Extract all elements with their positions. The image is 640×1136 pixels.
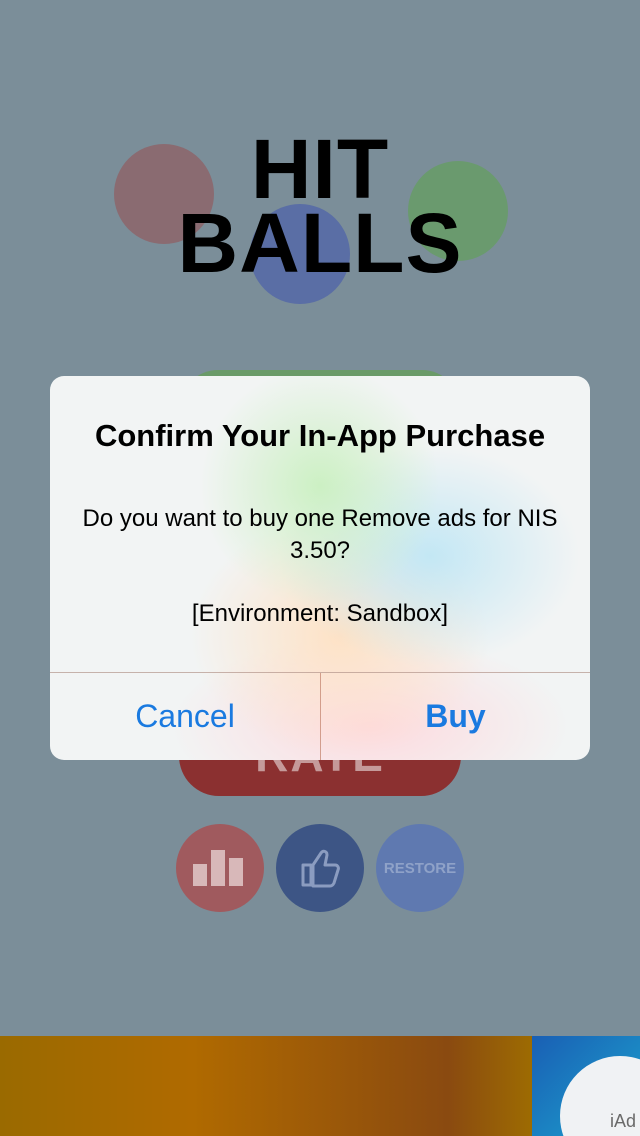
leaderboard-button[interactable] <box>176 824 264 912</box>
iad-badge: iAd <box>609 1111 636 1131</box>
dialog-message: Do you want to buy one Remove ads for NI… <box>82 505 558 564</box>
logo-line-1: HIT <box>250 122 390 216</box>
dialog-environment: [Environment: Sandbox] <box>191 600 449 627</box>
dialog-title: Confirm Your In-App Purchase <box>94 418 546 453</box>
game-logo: HIT BALLS <box>140 122 500 290</box>
bar-chart-icon <box>193 850 243 886</box>
thumbs-up-icon <box>301 849 340 888</box>
restore-label: RESTORE <box>383 859 457 877</box>
logo-line-2: BALLS <box>177 196 463 290</box>
like-button[interactable] <box>276 824 364 912</box>
cancel-button[interactable]: Cancel <box>50 673 320 760</box>
buy-button[interactable]: Buy <box>321 673 590 760</box>
purchase-confirm-dialog: Confirm Your In-App Purchase Do you want… <box>50 376 590 760</box>
restore-button[interactable]: RESTORE <box>376 824 464 912</box>
ad-corner[interactable]: iAd <box>532 1036 640 1136</box>
